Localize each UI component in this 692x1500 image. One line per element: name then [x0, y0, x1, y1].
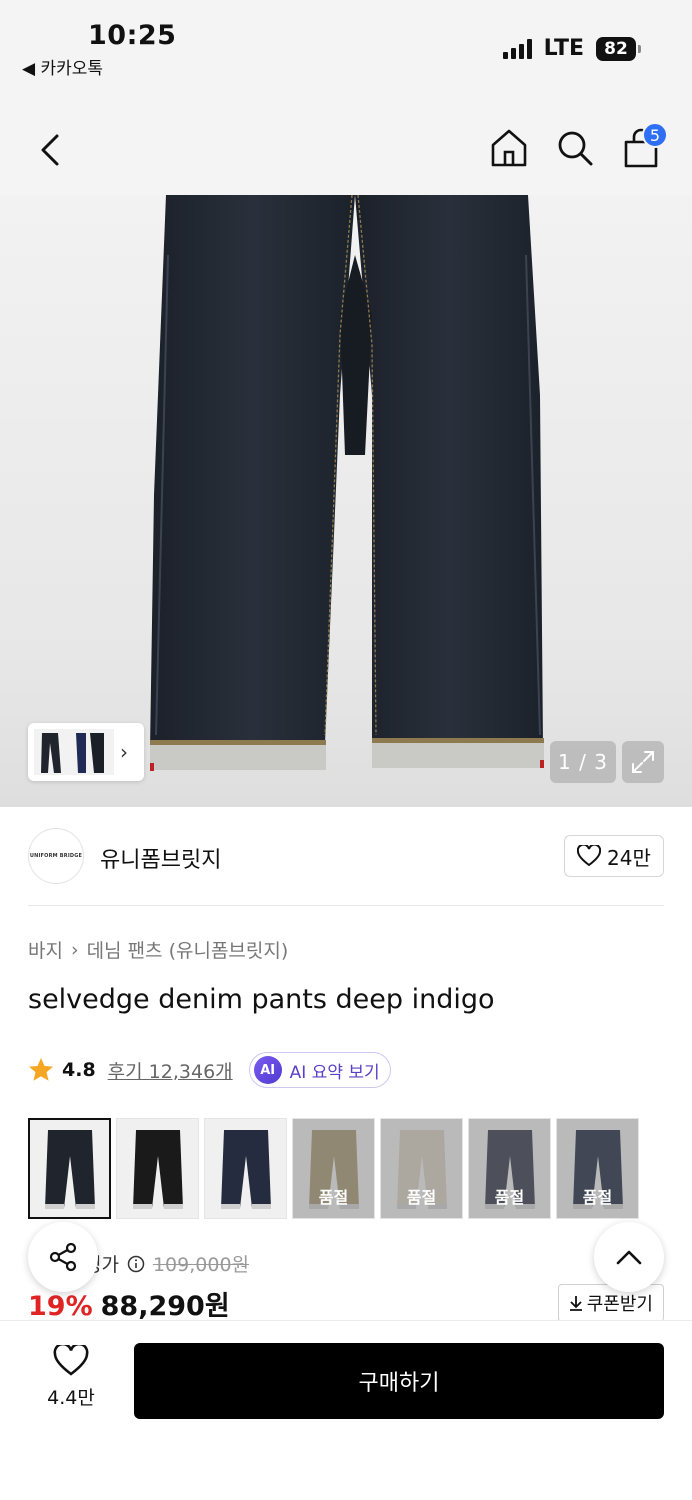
soldout-label: 품절: [318, 1188, 349, 1207]
expand-icon: [632, 751, 654, 773]
color-swatch[interactable]: 품절: [292, 1118, 375, 1219]
color-swatch[interactable]: 품절: [468, 1118, 551, 1219]
product-page: 10:25 ◀ 카카오톡 LTE 82 5 › 1 / 3 UNIFORM BR…: [0, 0, 692, 1500]
image-pager: 1 / 3: [550, 741, 616, 783]
color-swatch[interactable]: 품절: [380, 1118, 463, 1219]
color-swatch[interactable]: [116, 1118, 199, 1219]
chevron-right-icon: ›: [120, 740, 128, 764]
soldout-label: 품절: [582, 1188, 613, 1207]
original-price-row: 정가 109,000원: [84, 1250, 250, 1277]
header-area: 10:25 ◀ 카카오톡 LTE 82 5: [0, 0, 692, 195]
brand-like-count: 24만: [607, 845, 651, 870]
brand-like-button[interactable]: 24만: [564, 835, 664, 877]
rating-row: 4.8 후기 12,346개 AI AI 요약 보기: [28, 1052, 391, 1088]
network-type: LTE: [543, 36, 584, 61]
brand-logo[interactable]: UNIFORM BRIDGE: [28, 828, 84, 884]
breadcrumb-separator-icon: ›: [70, 938, 79, 961]
header-actions: 5: [490, 122, 668, 170]
home-icon: [491, 129, 527, 167]
share-button[interactable]: [28, 1222, 98, 1292]
status-indicators: LTE 82: [502, 36, 641, 61]
share-icon: [49, 1242, 77, 1272]
swatch-image: [132, 1129, 183, 1209]
fullscreen-button[interactable]: [622, 741, 664, 783]
back-button[interactable]: [30, 128, 70, 172]
signal-icon: [502, 38, 532, 59]
coupon-label: 쿠폰받기: [586, 1294, 653, 1315]
heart-icon: [577, 845, 601, 867]
ai-icon: AI: [253, 1056, 282, 1084]
bottom-action-bar: 4.4만 구매하기: [0, 1320, 692, 1500]
color-options: 품절 품절 품절 품절: [28, 1118, 639, 1219]
color-swatch[interactable]: [204, 1118, 287, 1219]
cart-button[interactable]: 5: [622, 122, 668, 170]
brand-row: UNIFORM BRIDGE 유니폼브릿지 24만: [28, 828, 664, 884]
buy-button[interactable]: 구매하기: [134, 1343, 664, 1419]
breadcrumb-item-denim[interactable]: 데님 팬츠 (유니폼브릿지): [87, 936, 289, 963]
download-icon: [569, 1296, 582, 1311]
cart-count-badge: 5: [642, 122, 668, 148]
swatch-image: [44, 1129, 95, 1209]
color-swatch[interactable]: [28, 1118, 111, 1219]
ai-summary-label: AI 요약 보기: [289, 1062, 380, 1083]
chevron-up-icon: [616, 1250, 642, 1265]
home-button[interactable]: [490, 126, 528, 170]
ai-summary-button[interactable]: AI AI 요약 보기: [248, 1052, 391, 1088]
back-to-app-link[interactable]: ◀ 카카오톡: [22, 54, 103, 79]
original-price: 109,000원: [152, 1254, 250, 1276]
battery-icon: 82: [596, 36, 641, 61]
info-icon[interactable]: [127, 1255, 145, 1273]
swatch-image: [220, 1129, 271, 1209]
product-image: [150, 195, 544, 771]
star-icon: [29, 1058, 53, 1081]
breadcrumb-item-pants[interactable]: 바지: [28, 936, 63, 963]
wishlist-button[interactable]: 4.4만: [30, 1345, 112, 1410]
soldout-label: 품절: [406, 1188, 437, 1207]
wishlist-count: 4.4만: [47, 1387, 95, 1409]
heart-icon: [53, 1345, 89, 1376]
status-time: 10:25: [88, 20, 177, 51]
discount-rate: 19%: [28, 1291, 93, 1322]
product-title: selvedge denim pants deep indigo: [28, 984, 495, 1015]
divider: [28, 905, 664, 906]
chevron-left-icon: [41, 134, 59, 166]
review-count-link[interactable]: 후기 12,346개: [108, 1057, 233, 1084]
search-icon: [558, 131, 593, 166]
product-image-gallery[interactable]: › 1 / 3: [0, 195, 692, 807]
coupon-download-button[interactable]: 쿠폰받기: [557, 1284, 664, 1322]
search-button[interactable]: [556, 126, 594, 170]
rating-score: 4.8: [62, 1059, 96, 1081]
breadcrumb: 바지 › 데님 팬츠 (유니폼브릿지): [28, 936, 288, 963]
color-swatch[interactable]: 품절: [556, 1118, 639, 1219]
brand-name[interactable]: 유니폼브릿지: [100, 842, 221, 874]
soldout-label: 품절: [494, 1188, 525, 1207]
thumbnail-image: [34, 729, 114, 775]
image-thumbnail-strip[interactable]: ›: [28, 723, 144, 781]
scroll-to-top-button[interactable]: [594, 1222, 664, 1292]
sale-price: 88,290원: [100, 1291, 230, 1322]
